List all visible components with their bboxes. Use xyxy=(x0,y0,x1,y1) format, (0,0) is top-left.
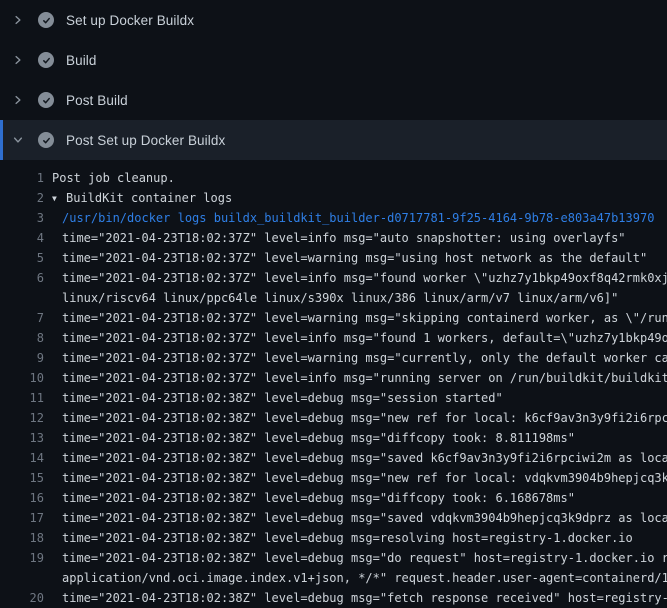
step-label: Build xyxy=(66,53,97,68)
triangle-down-icon[interactable]: ▼ xyxy=(52,189,66,208)
log-text: time="2021-04-23T18:02:38Z" level=debug … xyxy=(44,488,575,508)
group-title: BuildKit container logs xyxy=(66,191,232,205)
log-viewer: 1 Post job cleanup. 2 ▼BuildKit containe… xyxy=(0,160,667,608)
log-line: 12 time="2021-04-23T18:02:38Z" level=deb… xyxy=(0,408,667,428)
log-line-wrap: application/vnd.oci.image.index.v1+json,… xyxy=(0,568,667,588)
log-text: time="2021-04-23T18:02:37Z" level=warnin… xyxy=(44,248,647,268)
workflow-steps: Set up Docker Buildx Build Post Build Po… xyxy=(0,0,667,160)
log-text: time="2021-04-23T18:02:38Z" level=debug … xyxy=(44,528,633,548)
step-row-build[interactable]: Build xyxy=(0,40,667,80)
log-line: 4 time="2021-04-23T18:02:37Z" level=info… xyxy=(0,228,667,248)
line-number[interactable]: 18 xyxy=(0,528,44,548)
log-text: time="2021-04-23T18:02:37Z" level=info m… xyxy=(44,228,626,248)
log-text: time="2021-04-23T18:02:38Z" level=debug … xyxy=(44,448,667,468)
log-line: 8 time="2021-04-23T18:02:37Z" level=info… xyxy=(0,328,667,348)
line-number[interactable]: 10 xyxy=(0,368,44,388)
chevron-right-icon[interactable] xyxy=(10,92,26,108)
success-check-icon xyxy=(38,12,54,28)
log-text: time="2021-04-23T18:02:38Z" level=debug … xyxy=(44,468,667,488)
line-number[interactable]: 13 xyxy=(0,428,44,448)
line-number[interactable]: 2 xyxy=(0,188,44,208)
step-row-post-setup-docker-buildx[interactable]: Post Set up Docker Buildx xyxy=(0,120,667,160)
log-line: 20 time="2021-04-23T18:02:38Z" level=deb… xyxy=(0,588,667,608)
success-check-icon xyxy=(38,52,54,68)
log-line: 18 time="2021-04-23T18:02:38Z" level=deb… xyxy=(0,528,667,548)
log-line: 10 time="2021-04-23T18:02:37Z" level=inf… xyxy=(0,368,667,388)
log-line: 7 time="2021-04-23T18:02:37Z" level=warn… xyxy=(0,308,667,328)
log-group-line[interactable]: 2 ▼BuildKit container logs xyxy=(0,188,667,208)
step-label: Post Build xyxy=(66,93,128,108)
log-line: 5 time="2021-04-23T18:02:37Z" level=warn… xyxy=(0,248,667,268)
log-line: 17 time="2021-04-23T18:02:38Z" level=deb… xyxy=(0,508,667,528)
log-text: application/vnd.oci.image.index.v1+json,… xyxy=(44,568,667,588)
log-text: Post job cleanup. xyxy=(44,168,175,188)
log-text: linux/riscv64 linux/ppc64le linux/s390x … xyxy=(44,288,618,308)
log-line: 14 time="2021-04-23T18:02:38Z" level=deb… xyxy=(0,448,667,468)
log-line: 15 time="2021-04-23T18:02:38Z" level=deb… xyxy=(0,468,667,488)
line-number[interactable]: 6 xyxy=(0,268,44,288)
log-line: 19 time="2021-04-23T18:02:38Z" level=deb… xyxy=(0,548,667,568)
log-text: time="2021-04-23T18:02:37Z" level=info m… xyxy=(44,268,667,288)
log-text: time="2021-04-23T18:02:38Z" level=debug … xyxy=(44,508,667,528)
line-number[interactable]: 17 xyxy=(0,508,44,528)
line-number xyxy=(0,568,44,588)
line-number[interactable]: 12 xyxy=(0,408,44,428)
line-number[interactable]: 20 xyxy=(0,588,44,608)
log-text: time="2021-04-23T18:02:37Z" level=warnin… xyxy=(44,308,667,328)
line-number[interactable]: 14 xyxy=(0,448,44,468)
chevron-right-icon[interactable] xyxy=(10,12,26,28)
chevron-down-icon[interactable] xyxy=(10,132,26,148)
log-text: time="2021-04-23T18:02:38Z" level=debug … xyxy=(44,588,667,608)
log-line: 1 Post job cleanup. xyxy=(0,168,667,188)
line-number xyxy=(0,288,44,308)
line-number[interactable]: 19 xyxy=(0,548,44,568)
log-text: time="2021-04-23T18:02:38Z" level=debug … xyxy=(44,408,667,428)
log-line: 9 time="2021-04-23T18:02:37Z" level=warn… xyxy=(0,348,667,368)
success-check-icon xyxy=(38,132,54,148)
log-text: time="2021-04-23T18:02:38Z" level=debug … xyxy=(44,428,575,448)
log-text: time="2021-04-23T18:02:37Z" level=warnin… xyxy=(44,348,667,368)
step-row-post-build[interactable]: Post Build xyxy=(0,80,667,120)
log-line: 16 time="2021-04-23T18:02:38Z" level=deb… xyxy=(0,488,667,508)
line-number[interactable]: 11 xyxy=(0,388,44,408)
line-number[interactable]: 8 xyxy=(0,328,44,348)
step-label: Post Set up Docker Buildx xyxy=(66,133,225,148)
log-line: 6 time="2021-04-23T18:02:37Z" level=info… xyxy=(0,268,667,288)
line-number[interactable]: 16 xyxy=(0,488,44,508)
line-number[interactable]: 9 xyxy=(0,348,44,368)
line-number[interactable]: 1 xyxy=(0,168,44,188)
step-label: Set up Docker Buildx xyxy=(66,13,194,28)
chevron-right-icon[interactable] xyxy=(10,52,26,68)
log-line-wrap: linux/riscv64 linux/ppc64le linux/s390x … xyxy=(0,288,667,308)
log-command-text: /usr/bin/docker logs buildx_buildkit_bui… xyxy=(44,208,654,228)
log-text: time="2021-04-23T18:02:37Z" level=info m… xyxy=(44,328,667,348)
success-check-icon xyxy=(38,92,54,108)
line-number[interactable]: 15 xyxy=(0,468,44,488)
line-number[interactable]: 4 xyxy=(0,228,44,248)
log-text: time="2021-04-23T18:02:38Z" level=debug … xyxy=(44,388,503,408)
log-command-line: 3 /usr/bin/docker logs buildx_buildkit_b… xyxy=(0,208,667,228)
line-number[interactable]: 5 xyxy=(0,248,44,268)
log-line: 13 time="2021-04-23T18:02:38Z" level=deb… xyxy=(0,428,667,448)
log-text: time="2021-04-23T18:02:37Z" level=info m… xyxy=(44,368,667,388)
line-number[interactable]: 7 xyxy=(0,308,44,328)
log-text: ▼BuildKit container logs xyxy=(44,188,232,208)
line-number[interactable]: 3 xyxy=(0,208,44,228)
log-text: time="2021-04-23T18:02:38Z" level=debug … xyxy=(44,548,667,568)
step-row-setup-docker-buildx[interactable]: Set up Docker Buildx xyxy=(0,0,667,40)
log-line: 11 time="2021-04-23T18:02:38Z" level=deb… xyxy=(0,388,667,408)
